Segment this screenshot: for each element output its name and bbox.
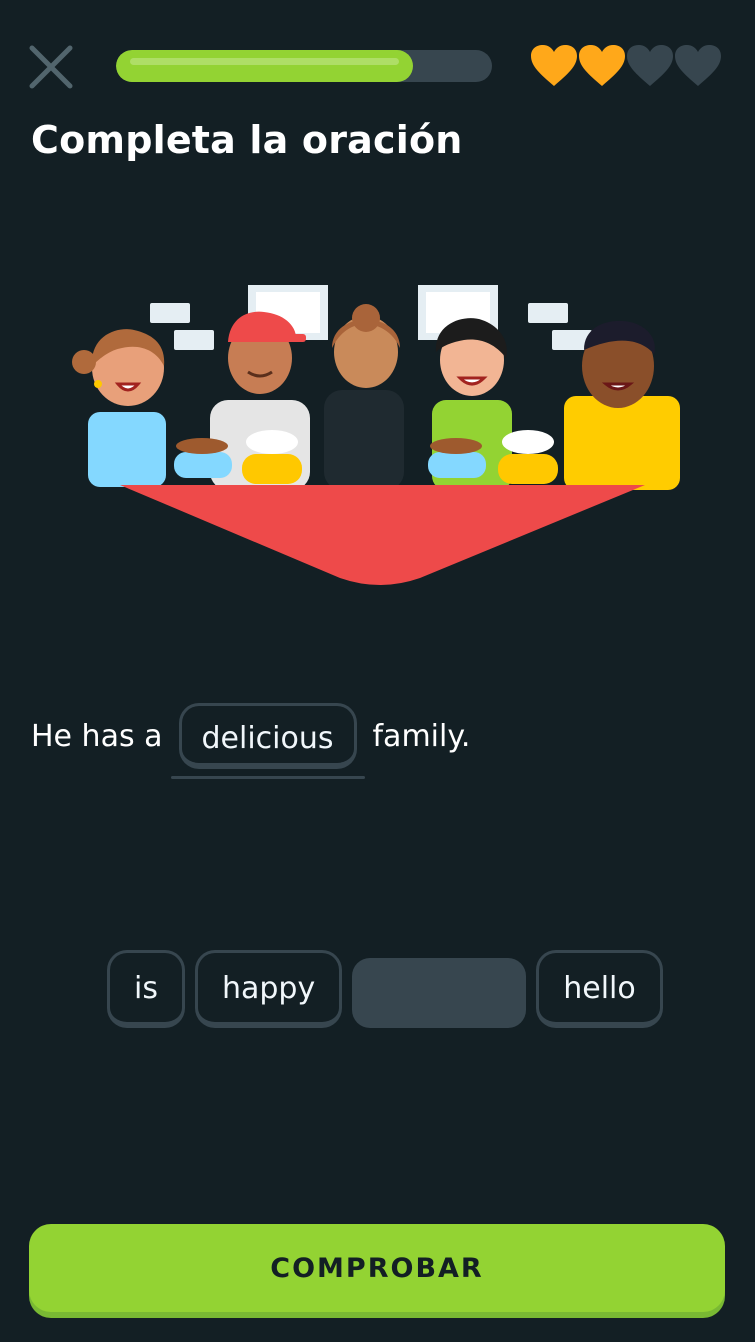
sentence: He has a delicious family. (31, 696, 471, 779)
heart-icon (579, 45, 625, 86)
check-button[interactable]: COMPROBAR (29, 1224, 725, 1312)
selected-word-chip[interactable]: delicious (178, 703, 357, 769)
lesson-header (0, 0, 755, 130)
answer-slot: delicious (170, 703, 365, 779)
progress-shine (130, 58, 400, 65)
heart-icon (627, 45, 673, 86)
word-chip-hello[interactable]: hello (536, 950, 663, 1028)
sentence-suffix: family. (372, 718, 471, 754)
progress-fill (116, 50, 414, 82)
word-chip-is[interactable]: is (107, 950, 185, 1028)
answer-underline (170, 776, 365, 779)
word-bank: is happy hello (107, 950, 663, 1028)
lesson-progress-bar (116, 50, 492, 82)
lives-indicator (528, 42, 723, 90)
close-icon[interactable] (26, 42, 76, 92)
heart-icon (675, 45, 721, 86)
word-chip-happy[interactable]: happy (194, 950, 343, 1028)
family-dinner-illustration (72, 285, 680, 585)
heart-icon (531, 45, 577, 86)
exercise-title: Completa la oración (31, 118, 463, 162)
used-word-placeholder (352, 958, 527, 1028)
sentence-prefix: He has a (31, 718, 163, 754)
